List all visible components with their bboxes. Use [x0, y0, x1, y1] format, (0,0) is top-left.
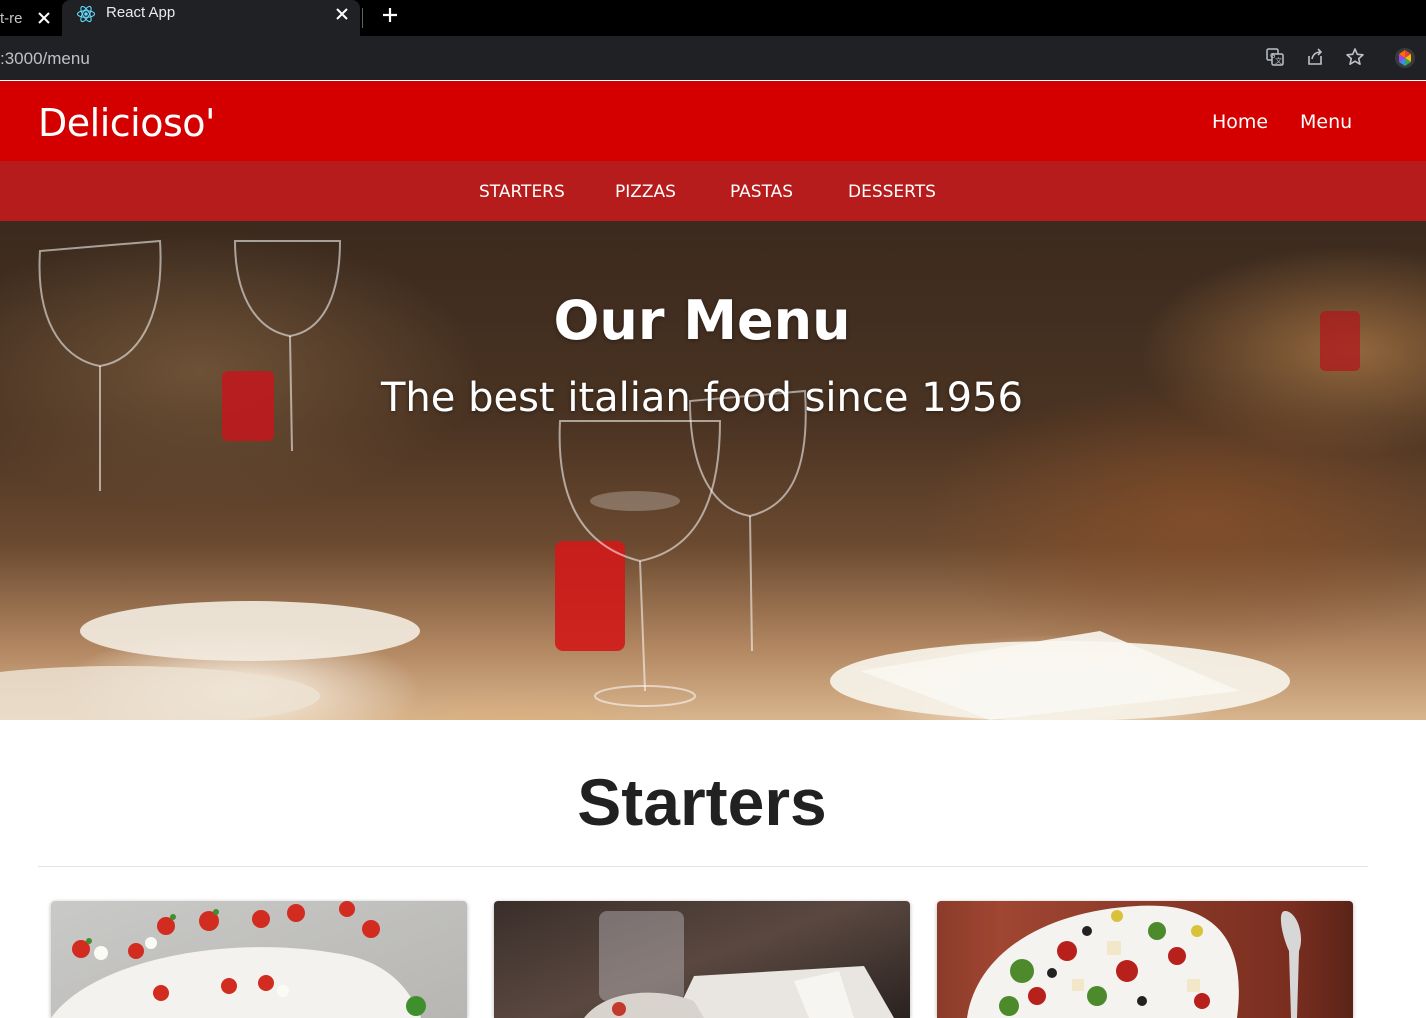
menu-card[interactable]	[51, 901, 467, 1018]
section-title: Starters	[577, 765, 827, 839]
hero-subtitle: The best italian food since 1956	[380, 375, 1023, 421]
browser-tab-strip: t-re React App	[0, 0, 1426, 40]
category-link-pastas[interactable]: PASTAS	[730, 182, 793, 202]
menu-card[interactable]	[494, 901, 910, 1018]
nav-link-menu[interactable]: Menu	[1300, 111, 1352, 133]
browser-tab-active[interactable]: React App	[62, 0, 360, 40]
category-link-desserts[interactable]: DESSERTS	[848, 182, 936, 202]
site-navbar: Delicioso' Home Menu	[0, 81, 1426, 161]
react-icon	[76, 4, 96, 24]
close-icon[interactable]	[34, 8, 54, 28]
menu-card[interactable]	[937, 901, 1353, 1018]
category-link-pizzas[interactable]: PIZZAS	[615, 182, 676, 202]
close-icon[interactable]	[332, 4, 352, 24]
url-text[interactable]: :3000/menu	[0, 49, 90, 69]
share-icon[interactable]	[1304, 46, 1326, 68]
hero-banner: Our Menu The best italian food since 195…	[0, 221, 1426, 720]
address-bar[interactable]: :3000/menu	[0, 40, 1380, 74]
food-image	[967, 905, 1302, 1018]
hero-title: Our Menu	[553, 289, 851, 352]
tab-separator	[362, 8, 363, 28]
star-icon[interactable]	[1344, 46, 1366, 68]
browser-toolbar: :3000/menu G 文	[0, 36, 1426, 80]
nav-link-home[interactable]: Home	[1212, 111, 1268, 133]
translate-icon[interactable]: G 文	[1264, 46, 1286, 68]
browser-tab-previous[interactable]: t-re	[0, 0, 60, 36]
plus-icon[interactable]	[378, 3, 402, 27]
tab-title: React App	[106, 4, 176, 21]
section-divider	[38, 866, 1368, 867]
food-image	[51, 901, 426, 1018]
food-image	[584, 911, 894, 1018]
profile-icon[interactable]	[1394, 47, 1416, 69]
svg-text:文: 文	[1275, 56, 1282, 65]
tab-title: t-re	[0, 9, 23, 27]
brand-logo[interactable]: Delicioso'	[38, 101, 215, 145]
category-link-starters[interactable]: STARTERS	[479, 182, 565, 202]
menu-category-nav: STARTERS PIZZAS PASTAS DESSERTS	[0, 161, 1426, 221]
